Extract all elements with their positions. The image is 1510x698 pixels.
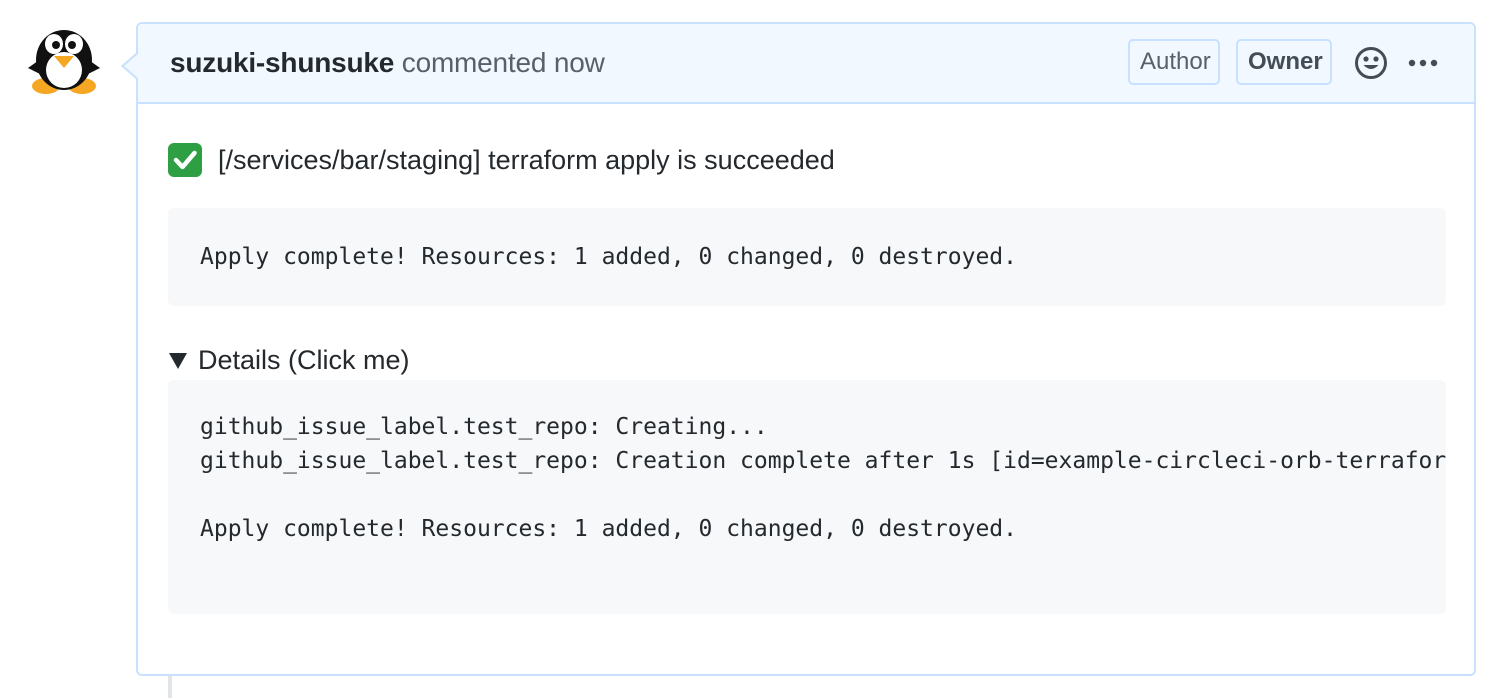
code-line: Apply complete! Resources: 1 added, 0 ch… (200, 244, 1017, 270)
details-summary-label: Details (Click me) (198, 345, 410, 375)
comment-box: suzuki-shunsuke commented now Author Own… (121, 22, 1476, 676)
triangle-down-icon (168, 343, 188, 369)
author-link[interactable]: suzuki-shunsuke (170, 47, 394, 78)
timeline-line (168, 676, 172, 698)
apply-summary-code-block: Apply complete! Resources: 1 added, 0 ch… (168, 208, 1446, 306)
author-badge: Author (1128, 39, 1220, 85)
ellipsis-icon (1408, 59, 1438, 67)
details-code-block: github_issue_label.test_repo: Creating..… (168, 380, 1446, 614)
comment-options-button[interactable] (1408, 50, 1438, 76)
comment-header: suzuki-shunsuke commented now Author Own… (138, 24, 1474, 104)
details-toggle[interactable]: Details (Click me) (168, 342, 410, 378)
penguin-avatar-icon (28, 30, 100, 94)
check-mark-icon (168, 143, 202, 177)
user-avatar[interactable] (22, 24, 106, 96)
status-line: [/services/bar/staging] terraform apply … (168, 140, 835, 180)
status-text: [/services/bar/staging] terraform apply … (218, 145, 835, 175)
comment-timestamp[interactable]: commented now (402, 47, 605, 78)
add-reaction-button[interactable] (1354, 46, 1388, 80)
code-line: Apply complete! Resources: 1 added, 0 ch… (200, 516, 1017, 542)
owner-badge: Owner (1236, 39, 1332, 85)
comment-header-text: suzuki-shunsuke commented now (170, 46, 605, 80)
smiley-icon (1355, 47, 1387, 79)
comment-caret-inner (124, 54, 138, 78)
code-line: github_issue_label.test_repo: Creation c… (200, 448, 1446, 474)
code-line: github_issue_label.test_repo: Creating..… (200, 414, 768, 440)
